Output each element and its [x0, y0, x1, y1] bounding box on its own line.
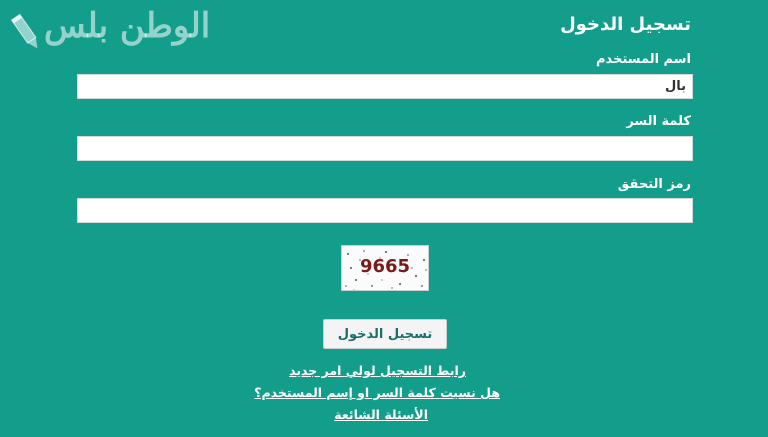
verification-label: رمز التحقق — [617, 177, 691, 192]
username-input[interactable] — [77, 74, 693, 99]
verification-input[interactable] — [77, 198, 693, 223]
page-title: تسجيل الدخول — [560, 14, 691, 35]
faq-link[interactable]: الأسئلة الشائعة — [334, 407, 428, 422]
register-guardian-link[interactable]: رابط التسجيل لولي امر جديد — [289, 363, 466, 378]
captcha-image: 9665 — [341, 245, 429, 291]
username-label: اسم المستخدم — [596, 52, 691, 67]
watermark-text: الوطن بلس — [44, 6, 211, 46]
password-input[interactable] — [77, 136, 693, 161]
watermark-logo: الوطن بلس — [10, 4, 211, 54]
captcha-code: 9665 — [359, 256, 411, 277]
login-button[interactable]: تسجيل الدخول — [323, 319, 447, 349]
password-label: كلمة السر — [626, 114, 691, 129]
forgot-credentials-link[interactable]: هل نسيت كلمة السر او إسم المستخدم؟ — [254, 385, 500, 400]
pencil-icon — [10, 13, 38, 49]
